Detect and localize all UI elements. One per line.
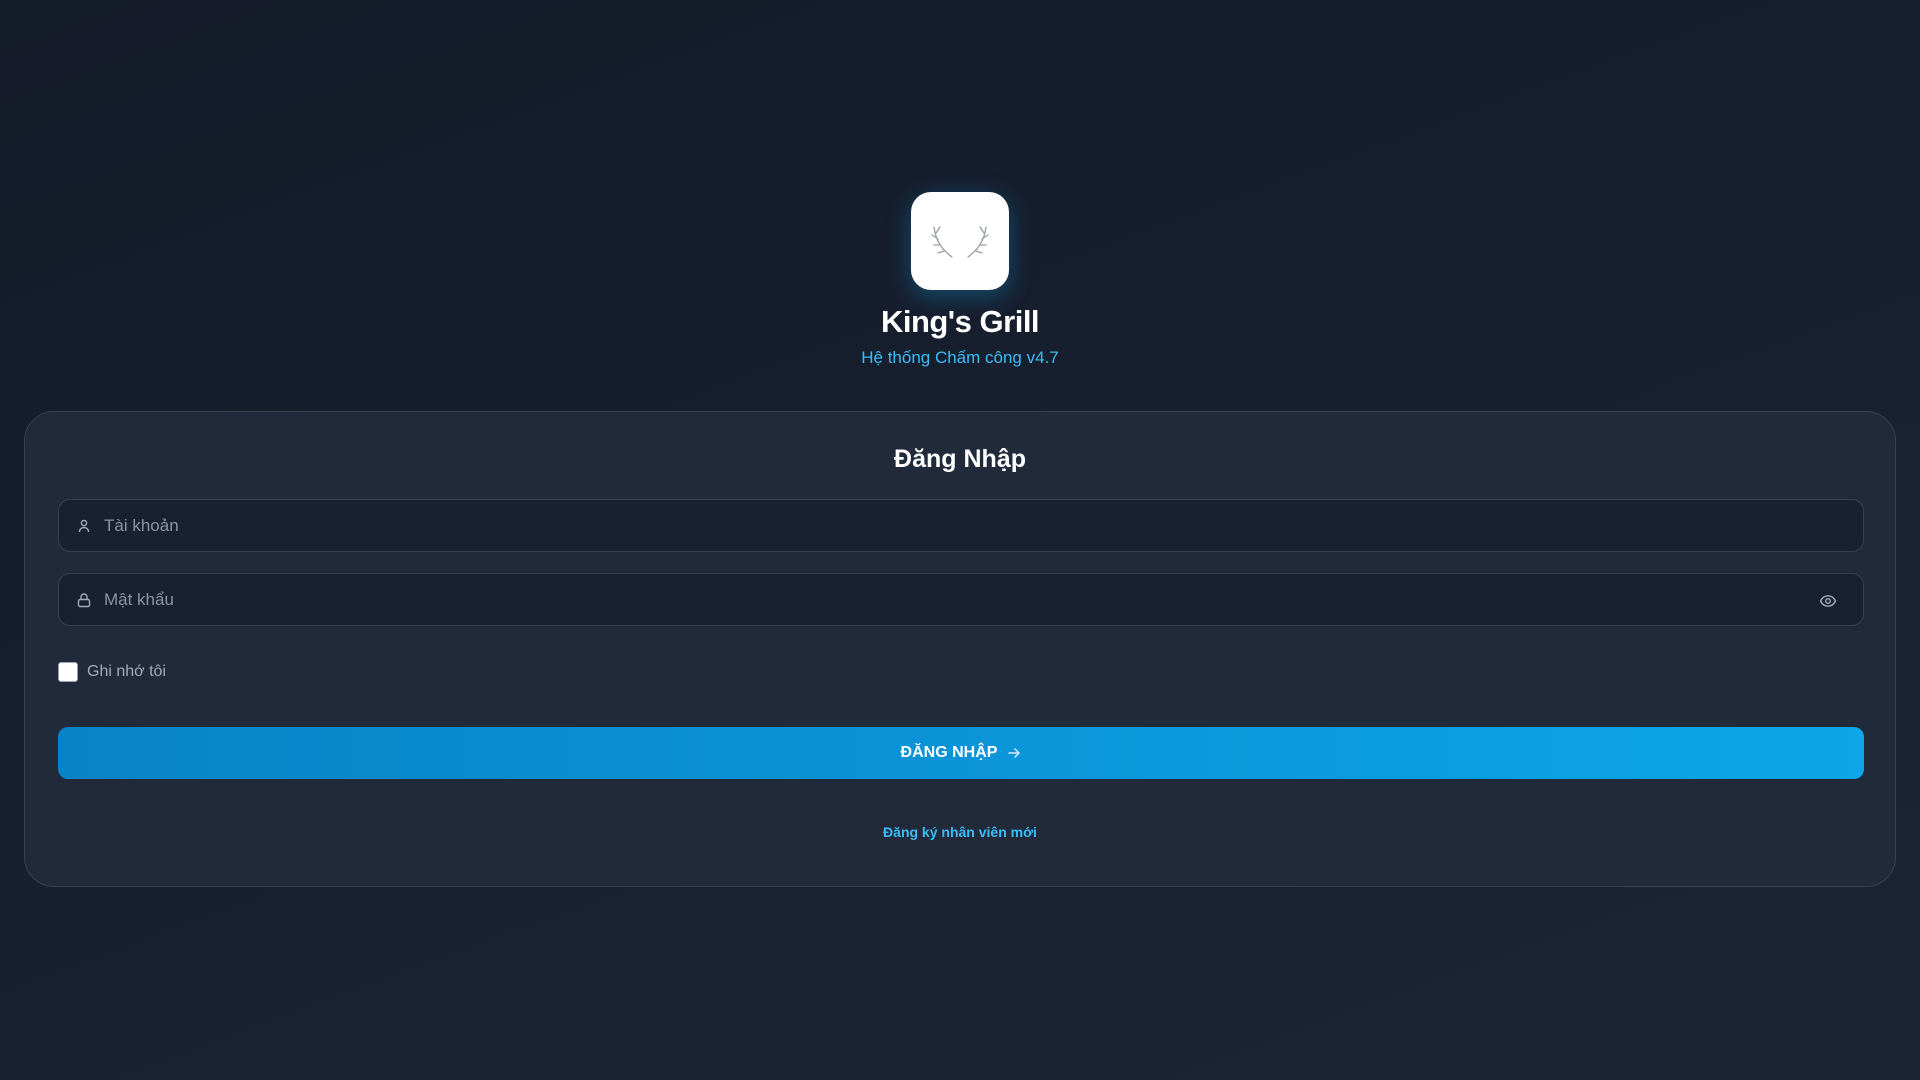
login-card: Đăng Nhập Ghi nhớ tôi ĐĂNG NHẬP Đăng ký … bbox=[24, 411, 1896, 887]
remember-checkbox[interactable] bbox=[58, 662, 78, 682]
login-heading: Đăng Nhập bbox=[894, 445, 1026, 473]
lock-icon bbox=[76, 592, 92, 608]
login-button[interactable]: ĐĂNG NHẬP bbox=[58, 727, 1864, 779]
arrow-right-icon bbox=[1008, 748, 1021, 758]
username-input[interactable] bbox=[104, 515, 1863, 536]
username-field[interactable] bbox=[58, 499, 1864, 552]
remember-label: Ghi nhớ tôi bbox=[87, 663, 166, 680]
app-subtitle: Hệ thống Chấm công v4.7 bbox=[861, 348, 1059, 367]
password-field[interactable] bbox=[58, 573, 1864, 626]
app-title: King's Grill bbox=[880, 304, 1040, 339]
eye-icon[interactable] bbox=[1819, 592, 1837, 610]
antlers-icon bbox=[931, 226, 989, 258]
brand-logo bbox=[911, 192, 1009, 290]
user-icon bbox=[76, 518, 92, 534]
remember-me[interactable]: Ghi nhớ tôi bbox=[58, 662, 166, 682]
login-button-label: ĐĂNG NHẬP bbox=[900, 744, 998, 761]
password-input[interactable] bbox=[104, 589, 1863, 610]
register-link[interactable]: Đăng ký nhân viên mới bbox=[25, 824, 1895, 840]
